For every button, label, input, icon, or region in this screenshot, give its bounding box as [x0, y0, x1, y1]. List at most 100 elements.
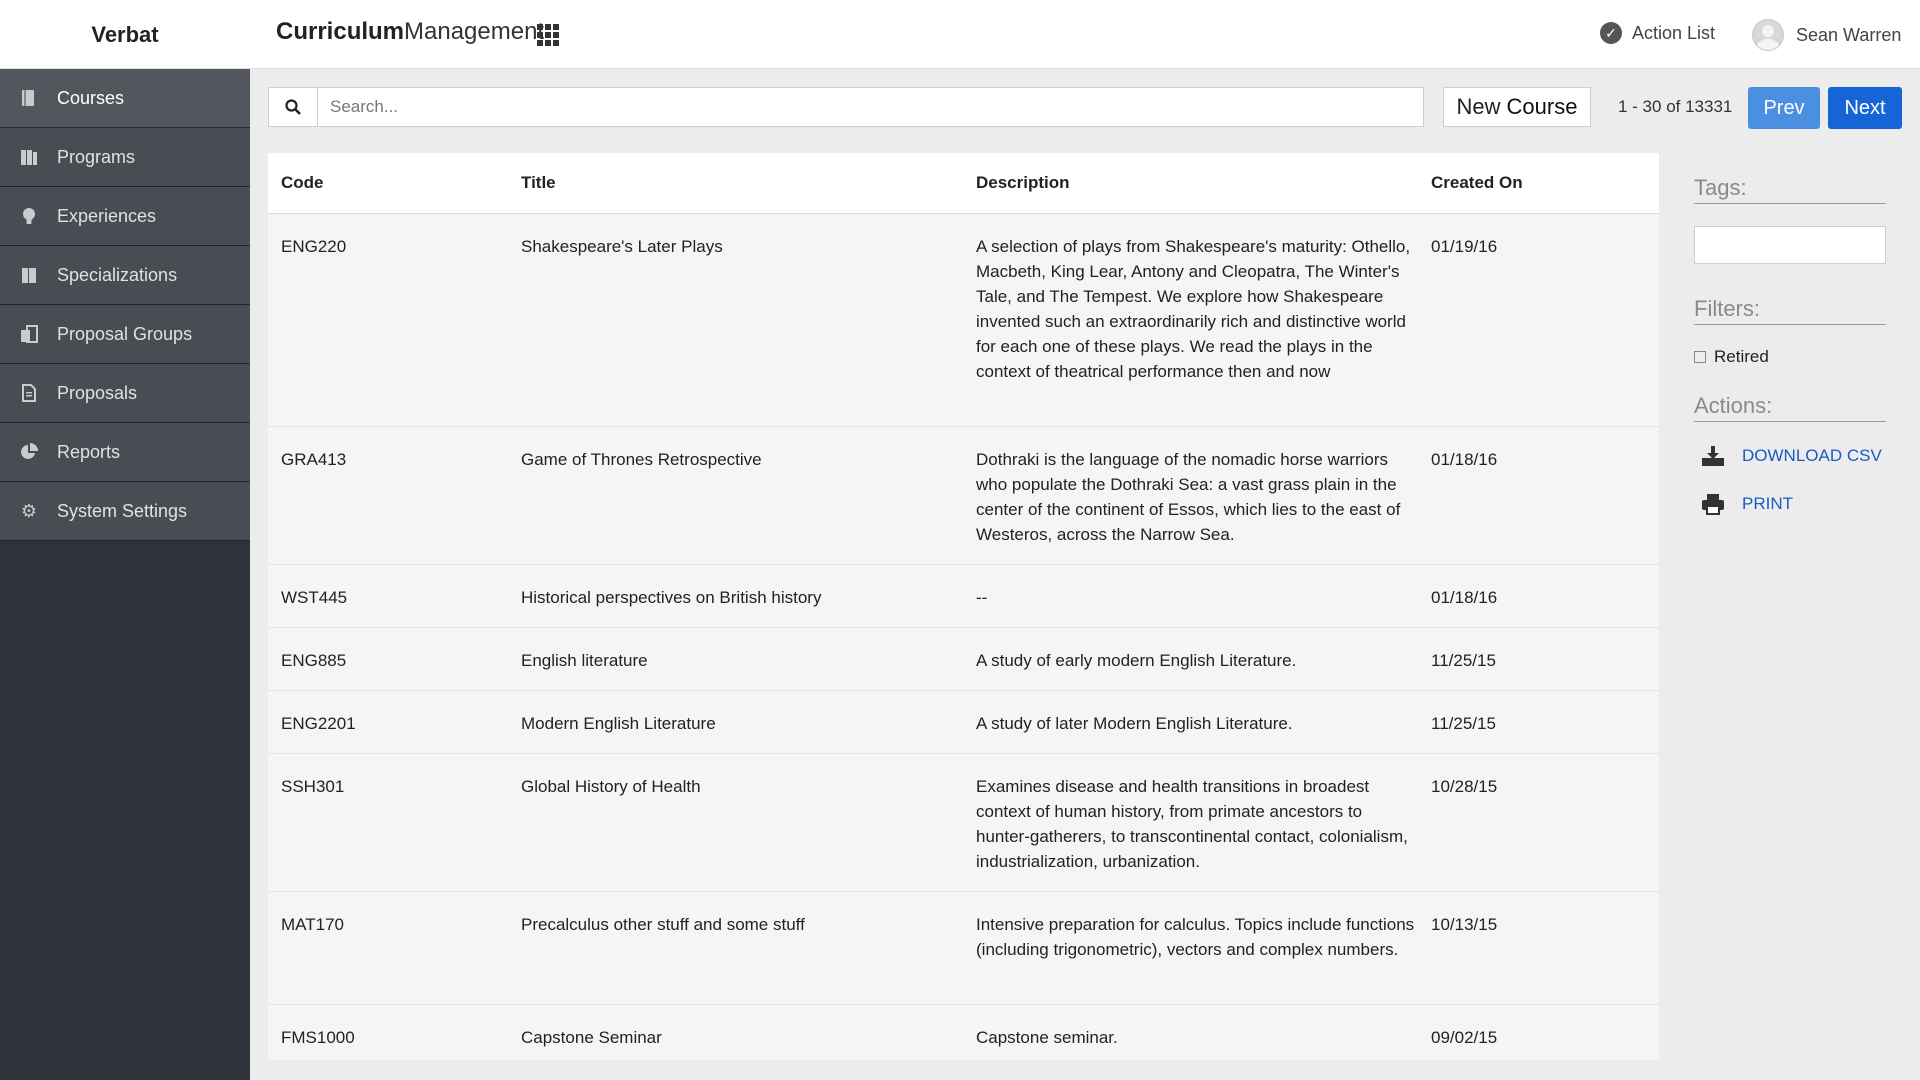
sidebar-item-specializations[interactable]: Specializations [0, 246, 250, 305]
search-input[interactable] [318, 88, 1423, 126]
sidebar-item-label: Proposal Groups [57, 323, 193, 344]
retired-filter[interactable]: Retired [1694, 347, 1886, 367]
specializations-icon [16, 265, 42, 285]
retired-checkbox[interactable] [1694, 351, 1706, 363]
sidebar-item-label: Specializations [57, 264, 178, 285]
table-row[interactable]: ENG885 English literature A study of ear… [268, 628, 1659, 691]
pie-chart-icon [16, 442, 42, 462]
tags-input[interactable] [1694, 226, 1886, 264]
cell-title: Shakespeare's Later Plays [521, 237, 723, 256]
cell-description: Examines disease and health transitions … [976, 777, 1408, 871]
cell-code: MAT170 [281, 915, 344, 934]
cell-code: FMS1000 [281, 1028, 355, 1047]
column-header-code[interactable]: Code [281, 173, 501, 193]
app-title: CurriculumManagement [276, 18, 544, 46]
search-icon [285, 99, 301, 115]
cell-code: ENG220 [281, 237, 347, 256]
table-row[interactable]: GRA413 Game of Thrones Retrospective Dot… [268, 427, 1659, 565]
cell-description: Capstone seminar. [976, 1028, 1118, 1047]
sidebar-item-courses[interactable]: Courses [0, 69, 250, 128]
table-row[interactable]: ENG220 Shakespeare's Later Plays A selec… [268, 214, 1659, 427]
cell-created-on: 09/02/15 [1431, 1028, 1498, 1047]
cell-code: SSH301 [281, 777, 345, 796]
cell-description: A selection of plays from Shakespeare's … [976, 237, 1411, 381]
column-header-description[interactable]: Description [976, 173, 1416, 193]
courses-table: Code Title Description Created On ENG220… [268, 153, 1659, 1060]
action-list-button[interactable]: ✓ Action List [1600, 22, 1715, 44]
sidebar-item-proposal-groups[interactable]: Proposal Groups [0, 305, 250, 364]
cell-title: Capstone Seminar [521, 1028, 662, 1047]
table-header: Code Title Description Created On [268, 153, 1659, 214]
sidebar-item-label: Programs [57, 146, 136, 167]
sidebar: Courses Programs Experiences Specializat… [0, 69, 250, 1080]
download-csv-link[interactable]: DOWNLOAD CSV [1694, 444, 1886, 468]
next-button[interactable]: Next [1828, 87, 1902, 129]
cell-title: Precalculus other stuff and some stuff [521, 915, 805, 934]
check-circle-icon: ✓ [1600, 22, 1622, 44]
user-menu[interactable]: Sean Warren [1752, 19, 1901, 51]
download-csv-label: DOWNLOAD CSV [1742, 446, 1882, 465]
cell-title: Global History of Health [521, 777, 701, 796]
pagination-range: 1 - 30 of 13331 [1618, 97, 1733, 116]
new-course-button[interactable]: New Course [1443, 87, 1591, 127]
search-bar [268, 87, 1424, 127]
proposal-groups-icon [16, 324, 42, 344]
sidebar-item-label: Experiences [57, 205, 157, 226]
new-course-label-1: New [1456, 94, 1501, 119]
cell-description: Dothraki is the language of the nomadic … [976, 450, 1401, 544]
new-course-label-2: Course [1506, 94, 1578, 119]
cell-created-on: 10/28/15 [1431, 777, 1498, 796]
brand-logo[interactable]: Verbat [0, 0, 250, 69]
actions-heading: Actions: [1694, 393, 1886, 422]
sidebar-item-experiences[interactable]: Experiences [0, 187, 250, 246]
table-row[interactable]: ENG2201 Modern English Literature A stud… [268, 691, 1659, 754]
gear-icon: ⚙ [20, 500, 38, 521]
sidebar-item-programs[interactable]: Programs [0, 128, 250, 187]
cell-description: A study of later Modern English Literatu… [976, 714, 1293, 733]
sidebar-item-proposals[interactable]: Proposals [0, 364, 250, 423]
user-name: Sean Warren [1796, 24, 1902, 45]
prev-button[interactable]: Prev [1748, 87, 1820, 129]
printer-icon [1702, 494, 1724, 515]
cell-title: Modern English Literature [521, 714, 716, 733]
cell-title: Historical perspectives on British histo… [521, 588, 822, 607]
print-link[interactable]: PRINT [1694, 492, 1886, 516]
cell-code: GRA413 [281, 450, 347, 469]
app-title-bold: Curriculum [276, 18, 405, 45]
cell-created-on: 01/18/16 [1431, 450, 1498, 469]
sidebar-item-system-settings[interactable]: ⚙ System Settings [0, 482, 250, 541]
document-icon [16, 383, 42, 403]
filters-heading: Filters: [1694, 296, 1886, 325]
column-header-created-on[interactable]: Created On [1431, 173, 1631, 193]
cell-code: ENG885 [281, 651, 347, 670]
cell-title: Game of Thrones Retrospective [521, 450, 762, 469]
action-list-label: Action List [1632, 22, 1716, 43]
table-row[interactable]: FMS1000 Capstone Seminar Capstone semina… [268, 1005, 1659, 1060]
cell-created-on: 10/13/15 [1431, 915, 1498, 934]
sidebar-item-label: Courses [57, 87, 125, 108]
cell-description: Intensive preparation for calculus. Topi… [976, 915, 1415, 959]
column-header-title[interactable]: Title [521, 173, 951, 193]
sidebar-item-label: System Settings [57, 500, 188, 521]
retired-label: Retired [1714, 347, 1769, 366]
user-avatar-icon [1752, 19, 1784, 51]
cell-description: A study of early modern English Literatu… [976, 651, 1297, 670]
top-bar: Verbat CurriculumManagement ✓ Action Lis… [0, 0, 1920, 69]
download-icon [1702, 446, 1724, 466]
cell-code: ENG2201 [281, 714, 356, 733]
search-button[interactable] [269, 88, 318, 126]
cell-created-on: 01/18/16 [1431, 588, 1498, 607]
app-title-light: Management [404, 18, 545, 45]
cell-code: WST445 [281, 588, 348, 607]
courses-icon [16, 88, 42, 108]
side-panel: Tags: Filters: Retired Actions: DOWNLOAD… [1694, 175, 1886, 540]
cell-created-on: 01/19/16 [1431, 237, 1498, 256]
apps-grid-icon[interactable] [537, 24, 559, 46]
lightbulb-icon [16, 206, 42, 226]
programs-icon [16, 147, 42, 167]
tags-heading: Tags: [1694, 175, 1886, 204]
table-row[interactable]: WST445 Historical perspectives on Britis… [268, 565, 1659, 628]
table-row[interactable]: MAT170 Precalculus other stuff and some … [268, 892, 1659, 1005]
sidebar-item-reports[interactable]: Reports [0, 423, 250, 482]
table-row[interactable]: SSH301 Global History of Health Examines… [268, 754, 1659, 892]
